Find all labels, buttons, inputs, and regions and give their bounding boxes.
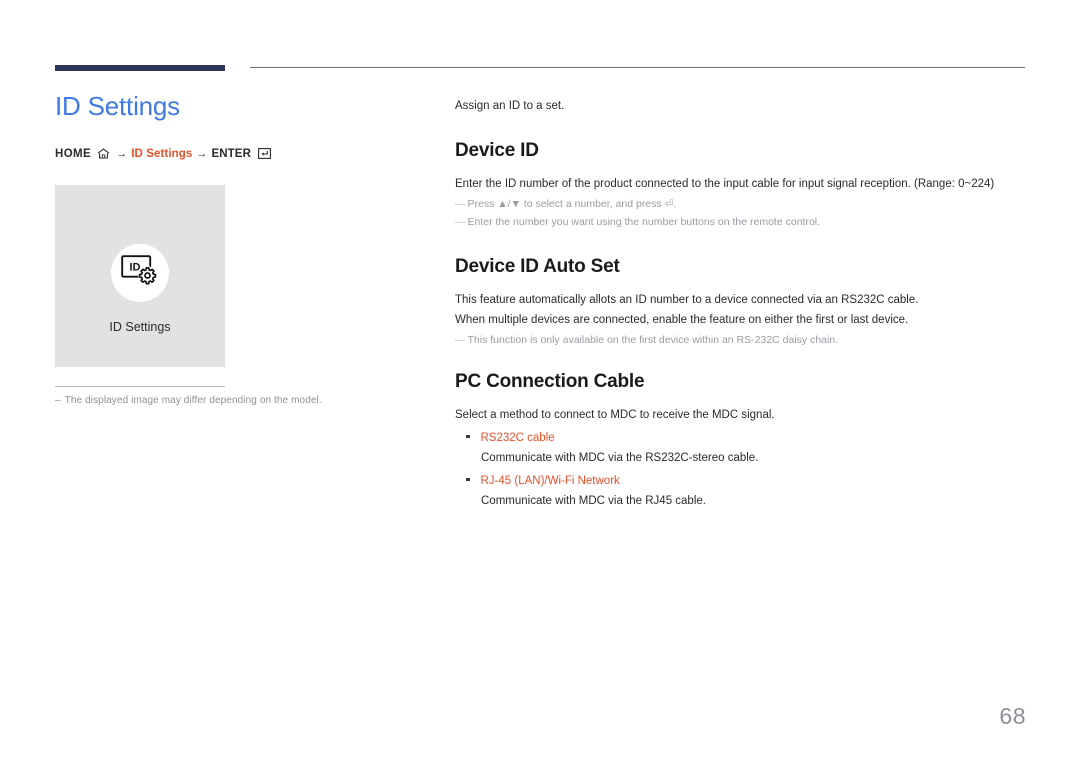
note-dash-icon: ―	[455, 333, 465, 346]
breadcrumb: HOME → ID Settings → ENTER	[55, 148, 425, 160]
bullet-row: RJ-45 (LAN)/Wi-Fi Network	[455, 472, 1025, 490]
breadcrumb-arrow-1: →	[116, 147, 128, 160]
section-heading-device-id: Device ID	[455, 140, 539, 162]
note-text: Press ▲/▼ to select a number, and press …	[467, 197, 677, 210]
figure-icon-circle: ID	[111, 244, 169, 302]
intro-text: Assign an ID to a set.	[455, 100, 565, 112]
breadcrumb-arrow-2: →	[196, 147, 208, 160]
section-body-line: Enter the ID number of the product conne…	[455, 177, 995, 190]
note-dash-icon: ―	[455, 197, 465, 210]
enter-key-icon	[258, 148, 271, 160]
section-body-line: When multiple devices are connected, ena…	[455, 313, 909, 326]
header-rule-thick	[55, 65, 225, 71]
figure-divider	[55, 386, 225, 387]
figure-box: ID ID Settings	[55, 185, 225, 367]
note-dash-icon: ―	[455, 215, 465, 228]
breadcrumb-home-label: HOME	[55, 147, 92, 160]
id-settings-icon: ID	[121, 255, 159, 291]
bullet-dot-icon	[466, 477, 470, 482]
breadcrumb-enter-label: ENTER	[211, 147, 251, 160]
bullet-description: Communicate with MDC via the RS232C-ster…	[481, 451, 759, 464]
figure-note-text: The displayed image may differ depending…	[64, 395, 322, 406]
bullet-dot-icon	[466, 434, 470, 439]
section-heading-device-id-auto-set: Device ID Auto Set	[455, 256, 620, 278]
bullet-description: Communicate with MDC via the RJ45 cable.	[481, 494, 706, 507]
figure-note-dash: –	[55, 395, 61, 406]
bullet-row: RS232C cable	[455, 429, 1025, 447]
section-heading-pc-connection-cable: PC Connection Cable	[455, 370, 645, 392]
left-column: ID Settings HOME → ID Settings → ENTER	[55, 92, 425, 160]
section-note-line: ― Enter the number you want using the num…	[455, 213, 1025, 231]
list-item: RJ-45 (LAN)/Wi-Fi Network Communicate wi…	[455, 472, 1025, 510]
note-text: This function is only available on the f…	[467, 333, 839, 346]
right-column: Assign an ID to a set. Device ID Enter t…	[455, 98, 1025, 515]
svg-text:ID: ID	[130, 262, 141, 274]
breadcrumb-current-label: ID Settings	[131, 147, 193, 160]
list-item: RS232C cable Communicate with MDC via th…	[455, 429, 1025, 467]
connection-method-list: RS232C cable Communicate with MDC via th…	[455, 429, 1025, 510]
section-body-line: Select a method to connect to MDC to rec…	[455, 408, 775, 421]
header-rule-thin	[250, 67, 1025, 68]
section-body-line: This feature automatically allots an ID …	[455, 294, 919, 307]
bullet-term: RJ-45 (LAN)/Wi-Fi Network	[480, 475, 620, 488]
figure-note: – The displayed image may differ dependin…	[55, 395, 385, 406]
bullet-term: RS232C cable	[480, 432, 555, 445]
page-title: ID Settings	[55, 91, 180, 121]
note-text: Enter the number you want using the numb…	[467, 215, 821, 228]
figure-caption: ID Settings	[109, 320, 171, 334]
home-icon	[97, 148, 110, 159]
page-number: 68	[999, 703, 1026, 729]
section-note-line: ― Press ▲/▼ to select a number, and press…	[455, 195, 1025, 213]
section-note-line: ― This function is only available on the …	[455, 331, 1025, 349]
